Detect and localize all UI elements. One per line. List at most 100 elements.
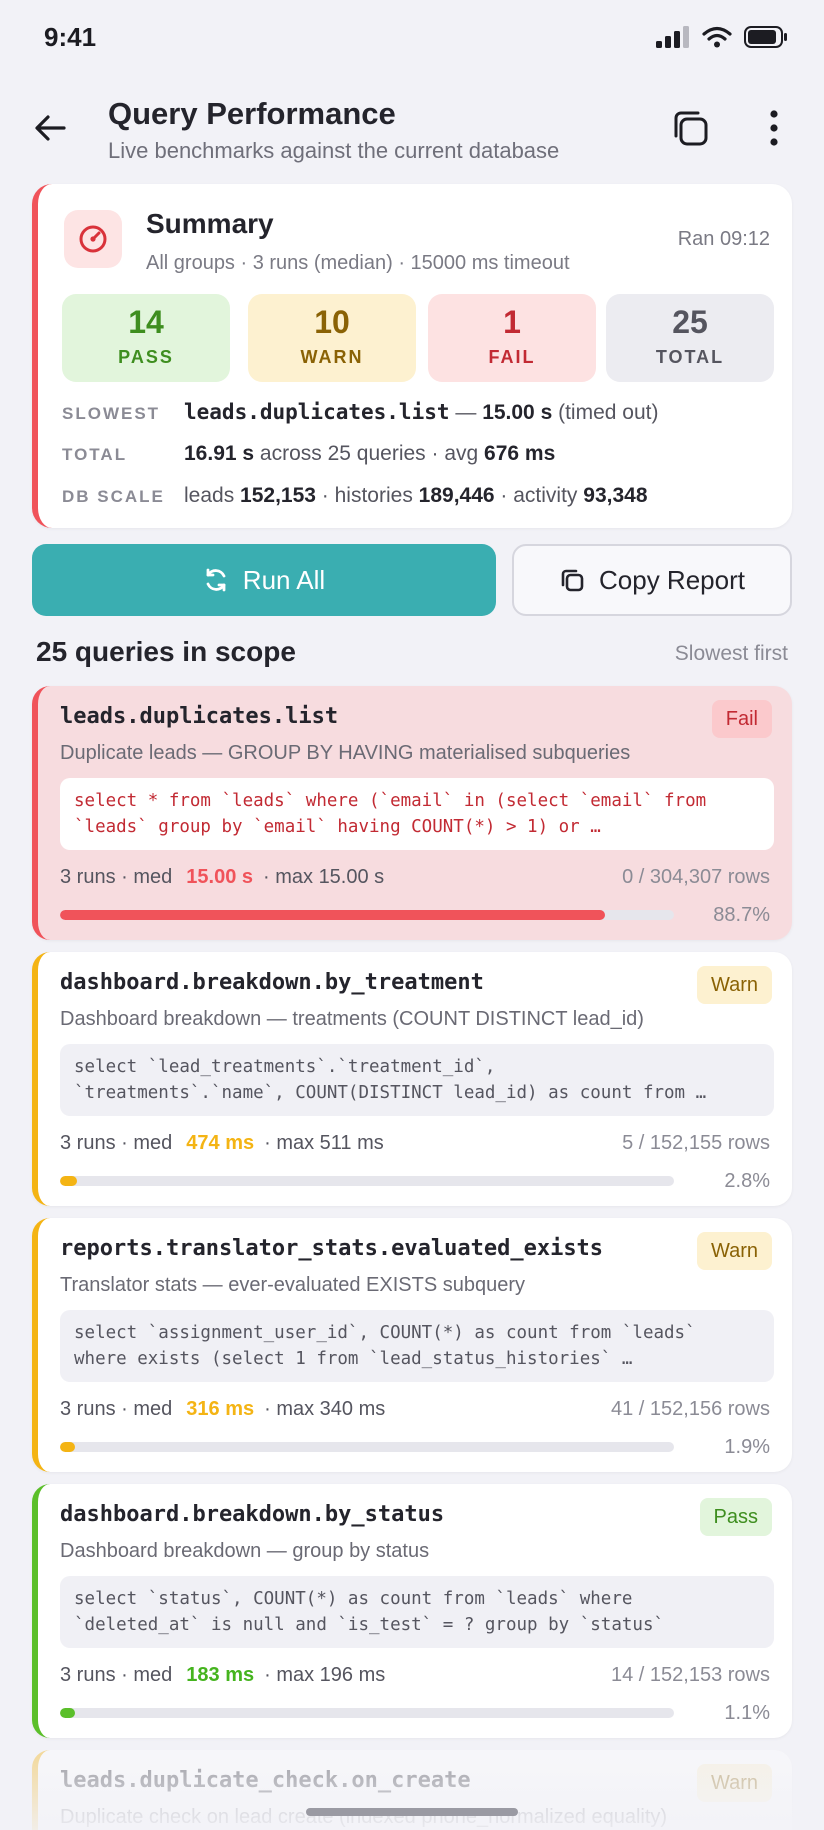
query-name: leads.duplicate_check.on_create bbox=[60, 1768, 471, 1793]
summary-total-row: TOTAL 16.91 s across 25 queries · avg 67… bbox=[62, 442, 556, 465]
stat-pass-value: 14 bbox=[128, 304, 164, 340]
scope-title: 25 queries in scope bbox=[36, 636, 296, 667]
progress-fill bbox=[60, 1442, 75, 1452]
progress-bar bbox=[60, 910, 674, 920]
stat-fail-value: 1 bbox=[503, 304, 521, 340]
progress-fill bbox=[60, 1176, 78, 1186]
stat-total-value: 25 bbox=[672, 304, 708, 340]
copy-button[interactable] bbox=[668, 106, 712, 150]
median-time: 15.00 s bbox=[186, 866, 253, 888]
more-vertical-icon bbox=[770, 110, 778, 146]
progress-bar bbox=[60, 1176, 674, 1186]
stat-fail: 1 FAIL bbox=[428, 294, 596, 382]
progress-percent: 2.8% bbox=[724, 1170, 770, 1192]
stat-pass: 14 PASS bbox=[62, 294, 230, 382]
query-card[interactable]: reports.translator_stats.evaluated_exist… bbox=[32, 1218, 792, 1472]
status-badge: Warn bbox=[696, 966, 772, 1004]
summary-db-scale-row: DB SCALE leads 152,153 · histories 189,4… bbox=[62, 484, 648, 507]
page-title: Query Performance bbox=[108, 96, 396, 131]
progress-fill bbox=[60, 1708, 75, 1718]
summary-subtitle: All groups · 3 runs (median) · 15000 ms … bbox=[146, 252, 570, 274]
db-activity-count: 93,348 bbox=[583, 484, 648, 507]
status-badge: Fail bbox=[711, 700, 772, 738]
signal-icon bbox=[656, 26, 689, 48]
copy-icon bbox=[674, 111, 708, 146]
arrow-left-icon bbox=[35, 115, 66, 141]
query-card[interactable]: dashboard.breakdown.by_treatment Warn Da… bbox=[32, 952, 792, 1206]
gauge-icon bbox=[79, 225, 107, 253]
summary-ran-time: Ran 09:12 bbox=[677, 228, 770, 250]
query-card[interactable]: leads.duplicates.list Fail Duplicate lea… bbox=[32, 686, 792, 940]
status-badge: Warn bbox=[696, 1764, 772, 1802]
query-sql: select `lead_treatments`.`treatment_id`,… bbox=[60, 1044, 774, 1116]
wifi-icon bbox=[702, 26, 732, 48]
status-badge: Warn bbox=[696, 1232, 772, 1270]
query-stats: 3 runs · med 474 ms · max 511 ms bbox=[60, 1132, 384, 1154]
median-time: 183 ms bbox=[186, 1664, 255, 1686]
stat-total: 25 TOTAL bbox=[606, 294, 774, 382]
query-description: Dashboard breakdown — group by status bbox=[60, 1540, 430, 1562]
query-sql: select `status`, COUNT(*) as count from … bbox=[60, 1576, 774, 1648]
query-sql: select `assignment_user_id`, COUNT(*) as… bbox=[60, 1310, 774, 1382]
query-description: Duplicate leads — GROUP BY HAVING materi… bbox=[60, 742, 631, 764]
query-name: reports.translator_stats.evaluated_exist… bbox=[60, 1236, 604, 1261]
refresh-icon bbox=[206, 568, 226, 592]
progress-fill bbox=[60, 910, 605, 920]
total-key: TOTAL bbox=[62, 445, 128, 464]
query-stats: 3 runs · med 183 ms · max 196 ms bbox=[60, 1664, 386, 1686]
query-card[interactable]: leads.duplicate_check.on_create Warn Dup… bbox=[32, 1750, 792, 1830]
stat-warn-value: 10 bbox=[314, 304, 350, 340]
run-all-button[interactable]: Run All bbox=[32, 544, 496, 616]
back-button[interactable] bbox=[30, 108, 70, 148]
status-bar: 9:41 bbox=[0, 0, 824, 80]
db-leads-count: 152,153 bbox=[240, 484, 316, 507]
max-time: 15.00 s bbox=[318, 866, 385, 888]
run-all-label: Run All bbox=[242, 564, 326, 595]
stat-warn-label: WARN bbox=[300, 347, 364, 367]
more-button[interactable] bbox=[756, 106, 792, 150]
max-time: 340 ms bbox=[319, 1398, 386, 1420]
app-header: Query Performance Live benchmarks agains… bbox=[0, 90, 824, 170]
row-count: 0 / 304,307 rows bbox=[622, 866, 770, 888]
query-description: Translator stats — ever-evaluated EXISTS… bbox=[60, 1274, 526, 1296]
slowest-note: (timed out) bbox=[552, 401, 659, 424]
progress-percent: 88.7% bbox=[713, 904, 770, 926]
slowest-time: 15.00 s bbox=[482, 401, 553, 424]
sort-selector[interactable]: Slowest first bbox=[675, 642, 788, 666]
total-time: 16.91 s bbox=[184, 442, 255, 465]
row-count: 14 / 152,153 rows bbox=[611, 1664, 770, 1686]
stat-total-label: TOTAL bbox=[655, 347, 725, 367]
progress-bar bbox=[60, 1708, 674, 1718]
stat-fail-label: FAIL bbox=[488, 347, 536, 367]
summary-slowest-row: SLOWEST leads.duplicates.list — 15.00 s … bbox=[62, 400, 659, 424]
progress-percent: 1.1% bbox=[724, 1702, 770, 1724]
stat-pass-label: PASS bbox=[118, 347, 174, 367]
progress-bar bbox=[60, 1442, 674, 1452]
query-sql: select * from `leads` where (`email` in … bbox=[60, 778, 774, 850]
db-scale-key: DB SCALE bbox=[62, 487, 165, 506]
query-name: dashboard.breakdown.by_status bbox=[60, 1502, 445, 1527]
db-histories-count: 189,446 bbox=[418, 484, 495, 507]
stat-warn: 10 WARN bbox=[248, 294, 416, 382]
home-indicator[interactable] bbox=[306, 1808, 518, 1816]
max-time: 511 ms bbox=[319, 1132, 384, 1154]
row-count: 41 / 152,156 rows bbox=[611, 1398, 770, 1420]
query-name: dashboard.breakdown.by_treatment bbox=[60, 970, 484, 995]
slowest-key: SLOWEST bbox=[62, 404, 161, 423]
query-stats: 3 runs · med 15.00 s · max 15.00 s bbox=[60, 866, 385, 888]
query-name: leads.duplicates.list bbox=[60, 704, 339, 729]
page-subtitle: Live benchmarks against the current data… bbox=[108, 138, 560, 163]
row-count: 5 / 152,155 rows bbox=[622, 1132, 770, 1154]
median-time: 316 ms bbox=[186, 1398, 255, 1420]
total-avg: 676 ms bbox=[484, 442, 556, 465]
slowest-query: leads.duplicates.list bbox=[184, 400, 450, 424]
query-stats: 3 runs · med 316 ms · max 340 ms bbox=[60, 1398, 386, 1420]
query-description: Dashboard breakdown — treatments (COUNT … bbox=[60, 1008, 644, 1030]
summary-icon-box bbox=[64, 210, 122, 268]
copy-report-button[interactable]: Copy Report bbox=[512, 544, 792, 616]
query-card[interactable]: dashboard.breakdown.by_status Pass Dashb… bbox=[32, 1484, 792, 1738]
summary-title: Summary bbox=[146, 208, 274, 239]
max-time: 196 ms bbox=[319, 1664, 386, 1686]
summary-card: Summary All groups · 3 runs (median) · 1… bbox=[32, 184, 792, 528]
median-time: 474 ms bbox=[186, 1132, 255, 1154]
